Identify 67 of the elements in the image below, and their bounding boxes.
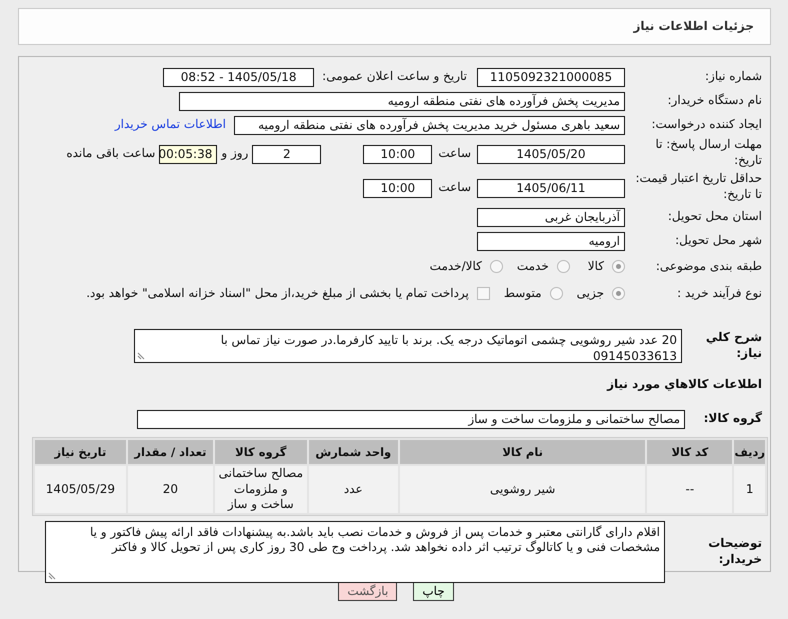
input-field[interactable]: 1105092321000085 <box>477 68 625 86</box>
checkbox[interactable] <box>476 287 490 300</box>
column-header: نام کالا <box>400 440 646 464</box>
field-label: ساعت باقی مانده <box>66 146 156 162</box>
radio-button[interactable] <box>612 260 625 273</box>
field-label: حداقل تاریخ اعتبار قیمت: تا تاریخ: <box>635 171 762 201</box>
input-field[interactable]: مصالح ساختمانی و ملزومات ساخت و ساز <box>137 410 685 428</box>
input-field[interactable]: 1405/05/20 <box>477 144 625 164</box>
table-cell: 20 <box>162 482 178 496</box>
column-header: واحد شمارش <box>308 440 398 464</box>
radio-button[interactable] <box>550 287 563 300</box>
field-label: گروه کالا: <box>704 411 762 426</box>
table-cell: 1 <box>746 482 754 496</box>
input-field[interactable]: 10:00 <box>363 144 432 164</box>
section-title: اطلاعات کالاهاي مورد نياز <box>607 377 762 393</box>
field-label: ایجاد کننده درخواست: <box>651 117 762 132</box>
radio-label: متوسط <box>504 286 542 302</box>
notes-text: اقلام دارای گارانتی معتبر و خدمات پس از فروش و خدمات نصب باید باشد.به پیشنهادات فاقد ارائه پیش فاکتور و یا مشخصات فنی و یا کاتالوگ ترتیب اثر داده نخواهد شد. پرداخت وج طی 30 روز کاری پس از تحویل کالا و فاکتر <box>90 524 660 554</box>
description-text: 20 عدد شیر روشویی چشمی اتوماتیک درجه یک. برند با تایید کارفرما.در صورت نیاز تماس با 09145033613 <box>220 333 677 363</box>
table-cell: مصالح ساختمانی و ملزومات ساخت و ساز <box>218 466 304 512</box>
input-field[interactable]: ارومیه <box>477 232 625 250</box>
field-label: تاریخ و ساعت اعلان عمومی: <box>322 69 467 85</box>
table-cell: عدد <box>344 482 363 496</box>
radio-button[interactable] <box>556 260 570 273</box>
field-label: ساعت <box>438 146 471 162</box>
input-field[interactable]: آذربایجان غربی <box>477 208 625 226</box>
table-cell: -- <box>686 482 694 496</box>
table-cell: 1405/05/29 <box>46 482 115 496</box>
radio-label: کالا <box>588 258 604 274</box>
column-header: ردیف <box>734 440 765 464</box>
field-label: شهر محل تحویل: <box>675 233 762 248</box>
notes-box[interactable] <box>45 520 665 583</box>
input-field[interactable]: 1405/05/18 - 08:52 <box>163 68 314 86</box>
radio-label: کالا/خدمت <box>430 258 482 274</box>
radio-label: جزیی <box>576 286 604 302</box>
page-title: جزئیات اطلاعات نیاز <box>633 18 754 34</box>
field-label: مهلت ارسال پاسخ: تا تاریخ: <box>655 137 762 167</box>
input-field[interactable]: 2 <box>252 144 322 164</box>
resize-grip-icon[interactable] <box>48 572 56 580</box>
description-box[interactable]: 20 عدد شیر روشویی چشمی اتوماتیک درجه یک. برند با تایید کارفرما.در صورت نیاز تماس با 09145033613 <box>134 329 682 363</box>
field-label: توضیحات خریدار: <box>708 536 762 566</box>
table-cell: شیر روشویی <box>490 482 556 496</box>
print-button[interactable]: چاپ <box>413 581 454 601</box>
checkbox-label: پرداخت تمام یا بخشی از مبلغ خرید،از محل "اسناد خزانه اسلامی" خواهد بود. <box>86 286 469 302</box>
field-label: شرح کلي نياز: <box>706 330 762 360</box>
radio-button[interactable] <box>612 287 625 300</box>
input-field[interactable]: 1405/06/11 <box>477 178 625 198</box>
field-label: روز و <box>221 146 248 162</box>
field-label: شماره نیاز: <box>705 69 762 84</box>
input-field[interactable]: 10:00 <box>363 178 432 198</box>
radio-button[interactable] <box>490 260 503 273</box>
back-button[interactable]: بازگشت <box>338 581 398 601</box>
field-label: طبقه بندی موضوعی: <box>656 258 762 273</box>
field-label: نام دستگاه خریدار: <box>668 93 762 108</box>
contact-link[interactable]: اطلاعات تماس خریدار <box>114 117 226 133</box>
column-header: گروه کالا <box>215 440 307 464</box>
column-header: تاریخ نیاز <box>35 440 126 464</box>
field-label: استان محل تحویل: <box>668 209 762 224</box>
column-header: تعداد / مقدار <box>128 440 214 464</box>
field-label: ساعت <box>438 180 471 196</box>
radio-label: خدمت <box>516 258 549 274</box>
field-label: نوع فرآیند خرید : <box>677 286 762 300</box>
input-field[interactable]: 00:05:38 <box>159 144 218 164</box>
input-field[interactable]: سعید باهری مسئول خرید مدیریت پخش فرآورده های نفتی منطقه ارومیه <box>234 116 625 134</box>
resize-grip-icon[interactable] <box>137 352 145 360</box>
column-header: کد کالا <box>647 440 732 464</box>
input-field[interactable]: مدیریت پخش فرآورده های نفتی منطقه ارومیه <box>179 92 625 110</box>
